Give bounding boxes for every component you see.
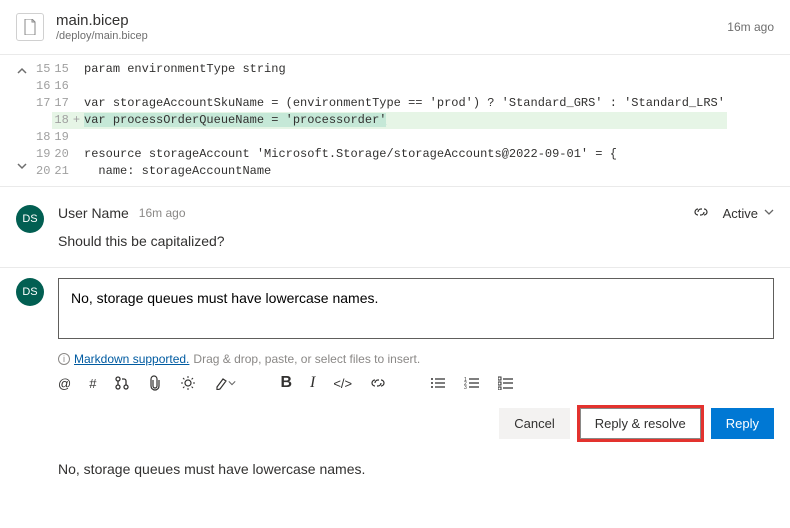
task-list-button[interactable] [498, 376, 514, 390]
bold-button[interactable]: B [280, 374, 292, 392]
diff-line[interactable]: 18+var processOrderQueueName = 'processo… [34, 112, 727, 129]
reply-button[interactable]: Reply [711, 408, 774, 439]
editor-toolbar: @ # B I </> 123 [58, 374, 774, 392]
diff-table: 1515 param environmentType string1616 17… [34, 61, 727, 180]
code-button[interactable]: </> [333, 376, 352, 391]
expand-down-icon[interactable] [16, 160, 28, 176]
file-header: main.bicep /deploy/main.bicep 16m ago [0, 0, 790, 55]
diff-line[interactable]: 1717 var storageAccountSkuName = (enviro… [34, 95, 727, 112]
upload-hint: Drag & drop, paste, or select files to i… [193, 352, 420, 366]
comment-thread: DS User Name 16m ago Active Should this … [0, 187, 790, 267]
avatar: DS [16, 205, 44, 233]
diff-line[interactable]: 1515 param environmentType string [34, 61, 727, 78]
bullet-list-button[interactable] [430, 376, 446, 390]
markdown-link[interactable]: Markdown supported. [74, 352, 189, 366]
diff-line[interactable]: 1819 [34, 129, 727, 146]
comment-status-dropdown[interactable]: Active [723, 206, 774, 221]
comment-timestamp: 16m ago [139, 206, 186, 220]
pr-icon[interactable] [114, 375, 130, 391]
diff-line[interactable]: 2021 name: storageAccountName [34, 163, 727, 180]
diff-view: 1515 param environmentType string1616 17… [0, 55, 790, 187]
reply-section: DS i Markdown supported. Drag & drop, pa… [0, 267, 790, 495]
reply-preview: No, storage queues must have lowercase n… [58, 461, 774, 477]
comment-body: Should this be capitalized? [58, 233, 774, 249]
markdown-hint: i Markdown supported. Drag & drop, paste… [58, 352, 774, 366]
highlight-icon[interactable] [214, 376, 236, 390]
italic-button[interactable]: I [310, 374, 315, 392]
avatar: DS [16, 278, 44, 306]
chevron-down-icon [764, 208, 774, 219]
attachment-icon[interactable] [148, 375, 162, 391]
workitem-icon[interactable]: # [89, 376, 96, 391]
status-label: Active [723, 206, 758, 221]
expand-up-icon[interactable] [16, 65, 28, 81]
file-path: /deploy/main.bicep [56, 30, 148, 42]
file-icon [16, 13, 44, 41]
comment-author[interactable]: User Name [58, 205, 129, 221]
reply-resolve-button[interactable]: Reply & resolve [580, 408, 701, 439]
diff-line[interactable]: 1920 resource storageAccount 'Microsoft.… [34, 146, 727, 163]
file-name[interactable]: main.bicep [56, 12, 148, 29]
numbered-list-button[interactable]: 123 [464, 376, 480, 390]
cancel-button[interactable]: Cancel [499, 408, 569, 439]
link-button[interactable] [370, 377, 386, 389]
file-timestamp: 16m ago [727, 20, 774, 34]
link-icon[interactable] [693, 206, 709, 221]
info-icon: i [58, 353, 70, 365]
svg-text:3: 3 [464, 385, 467, 390]
mention-icon[interactable]: @ [58, 376, 71, 391]
diff-line[interactable]: 1616 [34, 78, 727, 95]
reply-input[interactable] [58, 278, 774, 339]
lightbulb-icon[interactable] [180, 375, 196, 391]
